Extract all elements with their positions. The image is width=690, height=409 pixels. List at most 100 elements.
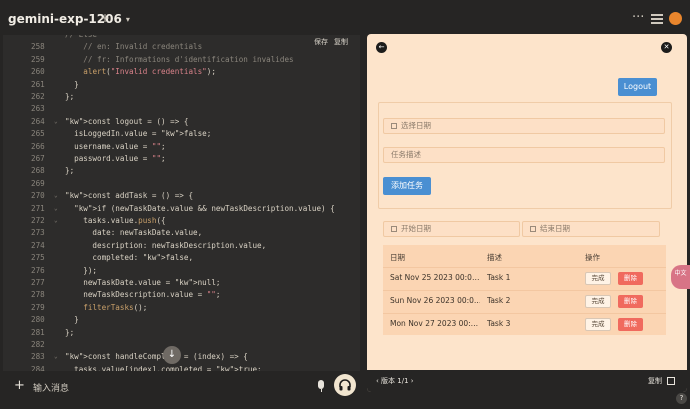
code-text: "kw">const handleComplete = (index) => { <box>65 352 248 362</box>
code-text: }; <box>65 166 75 176</box>
avatar[interactable] <box>669 12 682 25</box>
code-line: 275 completed: "kw">false, <box>3 252 360 264</box>
task-description: Task 3 <box>487 319 511 328</box>
expand-icon[interactable] <box>667 377 675 385</box>
preview-panel: ← ✕ Logout 选择日期 任务描述 添加任务 开始日期 结束日期 日期 描… <box>367 34 687 392</box>
fold-chevron-icon[interactable]: ⌄ <box>54 190 58 202</box>
code-line: 258 // en: Invalid credentials <box>3 41 360 53</box>
task-description: Task 1 <box>487 273 511 282</box>
scroll-down-button[interactable]: ↓ <box>163 346 181 364</box>
task-description-input[interactable]: 任务描述 <box>383 147 665 163</box>
logout-button[interactable]: Logout <box>618 78 657 96</box>
code-line: 278 newTaskDescription.value = ""; <box>3 289 360 301</box>
code-text: newTaskDate.value = "kw">null; <box>65 278 221 287</box>
voice-mode-button[interactable] <box>334 374 356 396</box>
start-date-picker[interactable]: 开始日期 <box>383 221 520 237</box>
table-row: Sun Nov 26 2023 00:0… Task 2 完成 删除 <box>383 290 666 312</box>
side-tab[interactable]: 中文 <box>671 265 690 289</box>
line-number: 266 <box>31 141 45 151</box>
calendar-icon <box>530 226 536 232</box>
line-number: 278 <box>31 290 45 300</box>
code-line: 272 ⌄ tasks.value.push({ <box>3 215 360 227</box>
copy-button[interactable]: 复制 <box>334 37 348 47</box>
column-header-description: 描述 <box>487 253 502 262</box>
version-label: 版本 1/1 <box>381 377 409 385</box>
code-line: 261 } <box>3 79 360 91</box>
code-line: 265 isLoggedIn.value = "kw">false; <box>3 128 360 140</box>
code-text: completed: "kw">false, <box>65 253 194 263</box>
end-date-picker[interactable]: 结束日期 <box>522 221 660 237</box>
column-header-actions: 操作 <box>585 253 600 262</box>
chevron-down-icon: ▾ <box>125 14 130 24</box>
code-text: date: newTaskDate.value, <box>65 228 203 238</box>
code-line: 280 } <box>3 314 360 326</box>
delete-button[interactable]: 删除 <box>618 272 643 285</box>
code-line: 273 date: newTaskDate.value, <box>3 227 360 239</box>
microphone-icon[interactable] <box>317 380 325 392</box>
complete-button[interactable]: 完成 <box>585 272 611 285</box>
close-icon[interactable]: ✕ <box>661 42 672 53</box>
line-number: 263 <box>31 104 45 114</box>
code-line: 274 description: newTaskDescription.valu… <box>3 240 360 252</box>
back-arrow-icon[interactable]: ← <box>376 42 387 53</box>
help-button[interactable]: ? <box>676 393 687 404</box>
line-number: 275 <box>31 253 45 263</box>
line-number: 274 <box>31 240 45 250</box>
settings-sliders-icon[interactable] <box>651 12 663 24</box>
code-line: 267 password.value = ""; <box>3 153 360 165</box>
end-date-placeholder: 结束日期 <box>540 224 570 233</box>
fold-chevron-icon[interactable]: ⌄ <box>54 116 58 128</box>
line-number: 271 <box>31 203 45 213</box>
code-line: 270 ⌄ "kw">const addTask = () => { <box>3 190 360 202</box>
delete-button[interactable]: 删除 <box>618 318 643 331</box>
code-text: tasks.value[index].completed = "kw">true… <box>65 364 262 371</box>
save-button[interactable]: 保存 <box>314 37 328 47</box>
line-number: 282 <box>31 340 45 349</box>
line-number: 276 <box>31 265 45 275</box>
preview-footer: ‹ 版本 1/1 › 复制 <box>367 370 687 392</box>
version-nav[interactable]: ‹ 版本 1/1 › <box>376 376 414 386</box>
message-input[interactable]: 输入消息 <box>33 381 69 394</box>
code-line: 284 tasks.value[index].completed = "kw">… <box>3 364 360 371</box>
line-number: 279 <box>31 302 45 312</box>
more-button[interactable]: ··· <box>632 10 644 25</box>
code-text: // en: Invalid credentials <box>65 42 203 52</box>
line-number: 270 <box>31 191 45 201</box>
delete-button[interactable]: 删除 <box>618 295 643 308</box>
fold-chevron-icon[interactable]: ⌄ <box>54 351 58 363</box>
complete-button[interactable]: 完成 <box>585 318 611 331</box>
code-line: 276 }); <box>3 265 360 277</box>
fold-chevron-icon[interactable]: ⌄ <box>54 203 58 215</box>
fold-chevron-icon[interactable]: ⌄ <box>54 215 58 227</box>
start-date-placeholder: 开始日期 <box>401 224 431 233</box>
code-line: 262}; <box>3 91 360 103</box>
code-actions: 保存 复制 <box>314 37 348 47</box>
code-line: 260 alert("Invalid credentials"); <box>3 66 360 78</box>
code-text: filterTasks(); <box>83 302 148 312</box>
code-text: } <box>65 315 79 325</box>
preview-copy-button[interactable]: 复制 <box>648 376 662 386</box>
new-chat-button[interactable]: + <box>100 11 110 25</box>
complete-button[interactable]: 完成 <box>585 295 611 308</box>
code-text: "kw">const logout = () => { <box>65 116 189 126</box>
line-number: 265 <box>31 129 45 139</box>
add-task-button[interactable]: 添加任务 <box>383 177 431 195</box>
code-line: 281}; <box>3 327 360 339</box>
code-line: 259 // fr: Informations d'identification… <box>3 54 360 66</box>
date-placeholder: 选择日期 <box>401 121 431 130</box>
code-text: isLoggedIn.value = "kw">false; <box>65 129 212 139</box>
code-panel: 保存 复制 // Else258 // en: Invalid credenti… <box>3 35 360 371</box>
task-date: Sat Nov 25 2023 00:0… <box>390 273 480 282</box>
task-description: Task 2 <box>487 296 511 305</box>
line-number: 260 <box>31 67 45 77</box>
line-number: 280 <box>31 315 45 325</box>
model-selector[interactable]: gemini-exp-1206 ▾ <box>8 12 130 26</box>
code-line: 282 <box>3 339 360 351</box>
date-picker[interactable]: 选择日期 <box>383 118 665 134</box>
line-number: 269 <box>31 178 45 188</box>
attach-plus-icon[interactable]: + <box>14 378 25 393</box>
message-input-bar: + 输入消息 <box>3 371 360 401</box>
code-text: // fr: Informations d'identification inv… <box>65 54 294 64</box>
line-number: 273 <box>31 228 45 238</box>
code-text: tasks.value.push({ <box>65 216 166 225</box>
